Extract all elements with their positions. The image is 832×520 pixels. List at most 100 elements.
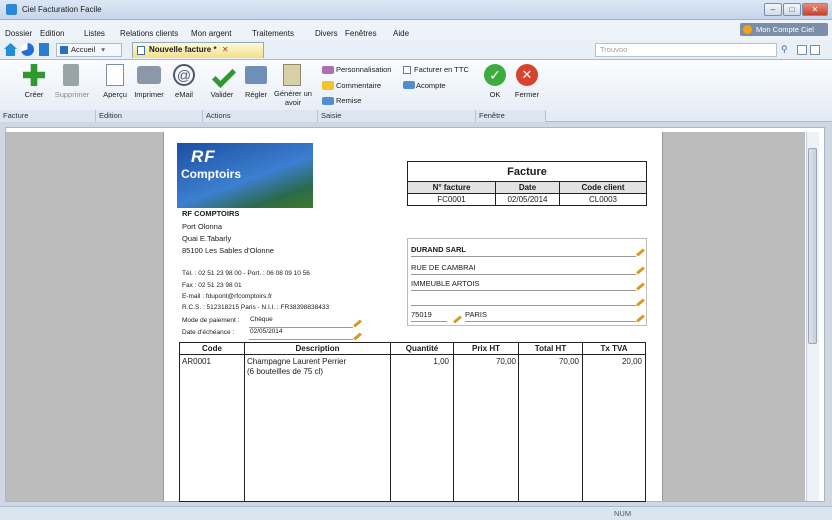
company-city: 85100 Les Sables d'Olonne [182, 246, 274, 255]
discount-icon [322, 97, 334, 105]
invoice-number[interactable]: FC0001 [407, 193, 496, 206]
account-button[interactable]: Mon Compte Ciel [740, 23, 828, 36]
line-quantity[interactable]: 1,00 [391, 357, 449, 366]
invoice-lines-table: Code Description Quantité Prix HT Total … [179, 342, 646, 502]
pay-icon [245, 66, 267, 84]
close-button[interactable]: Fermer [510, 90, 544, 99]
column-divider [453, 343, 454, 501]
header-total: Total HT [534, 344, 567, 353]
maximize-panel-icon[interactable] [810, 45, 820, 55]
personalization-icon [322, 66, 334, 74]
tab-accueil-label: Accueil [71, 45, 96, 54]
customer-addr3[interactable] [411, 294, 636, 306]
search-icon[interactable]: ⚲ [781, 44, 793, 56]
customer-addr1[interactable]: RUE DE CAMBRAI [411, 263, 636, 275]
ttc-checkbox[interactable] [403, 66, 411, 74]
column-divider [244, 343, 245, 501]
delete-button[interactable]: Supprimer [52, 90, 92, 99]
status-bar: NUM [0, 506, 832, 520]
email-button[interactable]: eMail [168, 90, 200, 99]
menu-aide[interactable]: Aide [393, 29, 409, 38]
tab-nouvelle-facture[interactable]: Nouvelle facture * ✕ [132, 42, 264, 58]
menu-relations-clients[interactable]: Relations clients [120, 29, 178, 38]
payment-mode-field[interactable]: Chèque [249, 316, 353, 328]
invoice-date[interactable]: 02/05/2014 [495, 193, 560, 206]
window-title: Ciel Facturation Facile [22, 5, 102, 14]
customer-zip[interactable]: 75019 [411, 310, 447, 322]
tab-accueil[interactable]: Accueil ▾ [56, 43, 122, 57]
close-tab-icon[interactable]: ✕ [222, 45, 229, 54]
create-button[interactable]: Créer [16, 90, 52, 99]
vertical-scrollbar[interactable] [806, 132, 819, 501]
minimize-button[interactable]: – [764, 3, 782, 16]
menu-traitements[interactable]: Traitements [252, 29, 294, 38]
comment-button[interactable]: Commentaire [336, 81, 381, 90]
company-name: RF COMPTOIRS [182, 209, 240, 218]
validate-button[interactable]: Valider [205, 90, 239, 99]
payment-mode-label: Mode de paiement : [182, 317, 240, 324]
menu-fenetres[interactable]: Fenêtres [345, 29, 377, 38]
personalization-button[interactable]: Personnalisation [336, 65, 391, 74]
calculator-icon[interactable] [39, 43, 49, 56]
ok-icon: ✓ [484, 64, 506, 86]
search-input[interactable]: Trouvoo [595, 43, 777, 57]
invoice-title: Facture [407, 161, 647, 182]
print-button[interactable]: Imprimer [131, 90, 167, 99]
credit-note-label-1: Générer un [274, 89, 312, 98]
col-invoice-number: N° facture [407, 181, 496, 194]
line-total[interactable]: 70,00 [519, 357, 579, 366]
credit-note-label-2: avoir [284, 98, 302, 107]
header-code: Code [202, 344, 222, 353]
logo-text-comptoirs: Comptoirs [181, 167, 241, 181]
line-price[interactable]: 70,00 [454, 357, 516, 366]
ttc-label: Facturer en TTC [414, 65, 469, 74]
group-label-actions: Actions [203, 110, 318, 122]
ok-button[interactable]: OK [480, 90, 510, 99]
column-divider [582, 343, 583, 501]
invoice-header-box: Facture N° facture Date Code client FC00… [407, 161, 647, 211]
line-code[interactable]: AR0001 [182, 357, 211, 366]
preview-button[interactable]: Aperçu [99, 90, 131, 99]
customer-city[interactable]: PARIS [465, 310, 636, 322]
company-email: E-mail : fdupont@rfcomptoirs.fr [182, 293, 273, 300]
user-icon [743, 25, 752, 34]
scrollbar-thumb[interactable] [808, 148, 817, 344]
line-description[interactable]: Champagne Laurent Perrier [247, 357, 346, 366]
menu-dossier[interactable]: Dossier [5, 29, 32, 38]
group-label-facture: Facture [0, 110, 96, 122]
due-date-label: Date d'échéance : [182, 329, 235, 336]
preview-icon [106, 64, 124, 86]
maximize-button[interactable]: □ [783, 3, 801, 16]
group-label-edition: Edition [96, 110, 203, 122]
col-client-code: Code client [559, 181, 647, 194]
email-icon: @ [173, 64, 195, 86]
accueil-tab-icon [60, 46, 68, 54]
close-window-button[interactable]: ✕ [802, 3, 828, 16]
num-lock-indicator: NUM [614, 509, 632, 518]
menu-divers[interactable]: Divers [315, 29, 338, 38]
column-divider [518, 343, 519, 501]
tab-dropdown-icon[interactable]: ▾ [101, 45, 105, 54]
company-addr1: Port Olonna [182, 222, 223, 231]
menu-edition[interactable]: Edition [40, 29, 64, 38]
company-addr2: Quai E.Tabarly [182, 234, 232, 243]
menu-mon-argent[interactable]: Mon argent [191, 29, 231, 38]
group-label-saisie: Saisie [318, 110, 476, 122]
client-code[interactable]: CL0003 [559, 193, 647, 206]
customer-addr2[interactable]: IMMEUBLE ARTOIS [411, 279, 636, 291]
column-divider [390, 343, 391, 501]
restore-panel-icon[interactable] [797, 45, 807, 55]
pay-button[interactable]: Régler [239, 90, 273, 99]
account-label: Mon Compte Ciel [756, 25, 814, 34]
menu-listes[interactable]: Listes [84, 29, 105, 38]
credit-note-icon [283, 64, 301, 86]
credit-note-button[interactable]: Générer un avoir [271, 89, 315, 107]
deposit-button[interactable]: Acompte [416, 81, 446, 90]
customer-name[interactable]: DURAND SARL [411, 245, 636, 257]
chart-icon[interactable] [21, 43, 34, 56]
line-description-2[interactable]: (6 bouteilles de 75 cl) [247, 367, 323, 376]
line-vat[interactable]: 20,00 [583, 357, 642, 366]
group-label-fenetre: Fenêtre [476, 110, 546, 122]
due-date-field[interactable]: 02/05/2014 [249, 328, 353, 340]
discount-button[interactable]: Remise [336, 96, 361, 105]
